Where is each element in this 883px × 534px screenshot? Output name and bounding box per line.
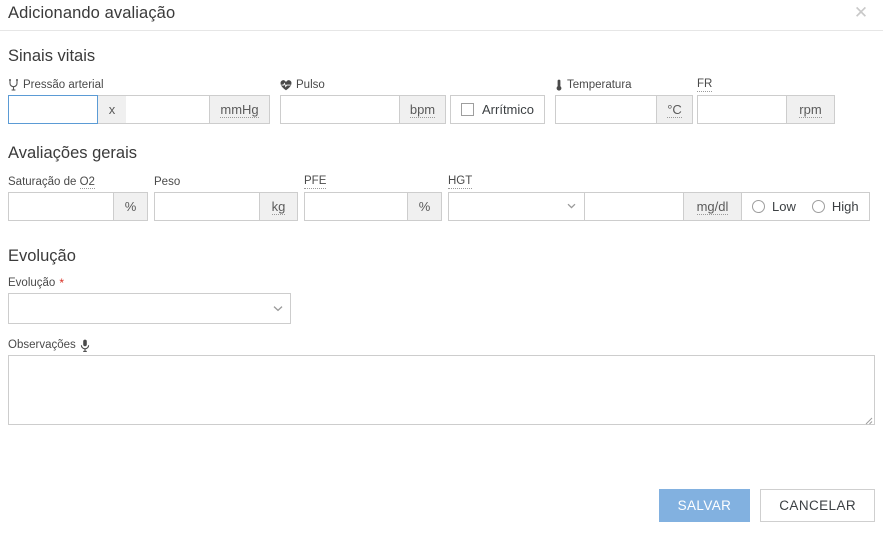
hgt-low-radio-item[interactable]: Low [752, 199, 796, 214]
bp-separator: x [98, 95, 126, 124]
diastolic-input[interactable] [126, 95, 210, 124]
hgt-radio-group: Low High [742, 192, 870, 221]
arrhythmic-label: Arrítmico [482, 102, 534, 117]
blood-pressure-input-group: x mmHg [8, 95, 270, 124]
field-pulse: Pulso bpm [280, 78, 446, 124]
evolution-select[interactable] [8, 293, 291, 324]
temperature-input-group: °C [555, 95, 693, 124]
blood-pressure-label: Pressão arterial [23, 79, 104, 91]
hgt-unit-addon: mg/dl [684, 192, 742, 221]
saturation-unit-addon: % [114, 192, 148, 221]
blood-pressure-label-wrap: Pressão arterial [8, 78, 270, 92]
chevron-down-icon [567, 201, 576, 210]
close-icon[interactable]: ✕ [851, 3, 871, 23]
field-observations: Observações [8, 338, 875, 425]
hgt-low-label: Low [772, 199, 796, 214]
hgt-high-radio-item[interactable]: High [811, 199, 859, 214]
pulse-input-group: bpm [280, 95, 446, 124]
vitals-row: Pressão arterial x mmHg Pulso bpm Arrítm… [8, 77, 875, 124]
hgt-input[interactable] [585, 192, 684, 221]
pulse-unit-addon: bpm [400, 95, 446, 124]
observations-label-wrap: Observações [8, 338, 875, 352]
heart-pulse-icon [280, 79, 292, 91]
field-saturation: Saturação de O2 % [8, 175, 148, 221]
blood-pressure-icon [8, 79, 19, 91]
hgt-high-radio[interactable] [811, 200, 825, 213]
dialog-title: Adicionando avaliação [8, 4, 176, 22]
respiratory-rate-input-group: rpm [697, 95, 835, 124]
field-hgt: HGT mg/dl Low High [448, 174, 870, 221]
weight-input[interactable] [154, 192, 260, 221]
pfe-label: PFE [304, 175, 327, 189]
hgt-label: HGT [448, 175, 473, 189]
evolution-select-label-wrap: Evolução * [8, 276, 875, 290]
weight-label: Peso [154, 176, 181, 188]
pulse-label-wrap: Pulso [280, 78, 446, 92]
weight-input-group: kg [154, 192, 298, 221]
general-row: Saturação de O2 % Peso kg PFE % HGT mg/d… [8, 174, 875, 221]
field-blood-pressure: Pressão arterial x mmHg [8, 78, 270, 124]
pfe-label-wrap: PFE [304, 174, 442, 189]
observations-textarea-wrap [8, 355, 875, 425]
pulse-label: Pulso [296, 79, 325, 91]
temperature-unit-addon: °C [657, 95, 693, 124]
save-button[interactable]: SALVAR [658, 489, 751, 522]
observations-textarea[interactable] [8, 355, 875, 425]
saturation-label: Saturação de O2 [8, 176, 95, 189]
arrhythmic-checkbox[interactable] [461, 103, 474, 116]
arrhythmic-checkbox-group[interactable]: Arrítmico [450, 95, 545, 124]
chevron-down-icon [273, 303, 283, 312]
observations-label: Observações [8, 339, 76, 351]
hgt-select[interactable] [448, 192, 585, 221]
section-title-evolution: Evolução [8, 247, 76, 265]
hgt-high-label: High [831, 199, 859, 214]
weight-label-wrap: Peso [154, 175, 298, 189]
dialog-footer: SALVAR CANCELAR [658, 489, 875, 522]
pulse-input[interactable] [280, 95, 400, 124]
temperature-label: Temperatura [567, 79, 632, 91]
cancel-button[interactable]: CANCELAR [760, 489, 875, 522]
respiratory-rate-unit-addon: rpm [787, 95, 835, 124]
systolic-input[interactable] [8, 95, 98, 124]
hgt-input-group: mg/dl Low High [448, 192, 870, 221]
field-respiratory-rate: FR rpm [697, 77, 835, 124]
field-temperature: Temperatura °C [555, 78, 693, 124]
saturation-label-wrap: Saturação de O2 [8, 175, 148, 189]
pfe-input[interactable] [304, 192, 408, 221]
required-marker: * [59, 276, 64, 290]
section-title-general: Avaliações gerais [8, 144, 138, 162]
weight-unit-addon: kg [260, 192, 298, 221]
respiratory-rate-input[interactable] [697, 95, 787, 124]
temperature-input[interactable] [555, 95, 657, 124]
evolution-select-label: Evolução [8, 277, 56, 289]
dialog-body: Sinais vitais Pressão arterial x mmHg Pu… [0, 45, 883, 425]
bp-unit-addon: mmHg [210, 95, 270, 124]
respiratory-rate-label: FR [697, 78, 713, 92]
respiratory-rate-label-wrap: FR [697, 77, 835, 92]
thermometer-icon [555, 79, 563, 91]
pfe-unit-addon: % [408, 192, 442, 221]
add-evaluation-dialog: Adicionando avaliação ✕ Sinais vitais Pr… [0, 0, 883, 534]
field-pfe: PFE % [304, 174, 442, 221]
temperature-label-wrap: Temperatura [555, 78, 693, 92]
field-weight: Peso kg [154, 175, 298, 221]
field-evolution-select: Evolução * [8, 276, 875, 324]
pfe-input-group: % [304, 192, 442, 221]
hgt-low-radio[interactable] [752, 200, 765, 213]
saturation-input[interactable] [8, 192, 114, 221]
section-title-vitals: Sinais vitais [8, 47, 96, 65]
microphone-icon[interactable] [80, 339, 90, 352]
saturation-input-group: % [8, 192, 148, 221]
dialog-header: Adicionando avaliação ✕ [0, 0, 883, 31]
hgt-label-wrap: HGT [448, 174, 870, 189]
